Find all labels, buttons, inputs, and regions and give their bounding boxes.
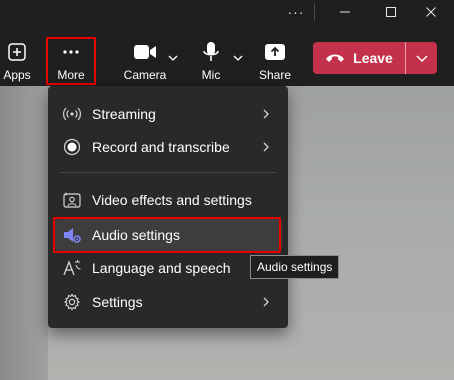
chevron-right-icon	[263, 142, 269, 152]
share-button[interactable]: Share	[258, 40, 292, 86]
more-options-menu: Streaming Record and transcribe Video ef…	[48, 86, 288, 328]
minimize-icon	[340, 11, 350, 13]
leave-options-button[interactable]	[406, 42, 437, 74]
menu-item-label: Streaming	[92, 106, 156, 122]
chevron-right-icon	[263, 109, 269, 119]
video-effects-icon	[62, 190, 82, 210]
camera-icon	[133, 40, 157, 64]
more-dots-icon: ···	[287, 4, 305, 20]
title-bar: ···	[0, 0, 454, 24]
leave-label: Leave	[353, 50, 393, 66]
menu-item-settings[interactable]: Settings	[54, 286, 282, 318]
close-button[interactable]	[408, 0, 454, 24]
mic-button[interactable]: Mic	[196, 40, 226, 86]
apps-icon	[7, 40, 27, 64]
phone-hangup-icon	[326, 54, 345, 62]
apps-label: Apps	[3, 68, 31, 82]
titlebar-divider	[314, 3, 315, 21]
apps-button[interactable]: Apps	[0, 40, 34, 86]
record-icon	[62, 137, 82, 157]
language-icon	[62, 258, 82, 278]
menu-item-video-effects[interactable]: Video effects and settings	[54, 184, 282, 216]
chevron-down-icon	[415, 55, 428, 63]
share-label: Share	[258, 68, 292, 82]
menu-divider	[60, 172, 276, 173]
camera-button[interactable]: Camera	[122, 40, 168, 86]
streaming-icon	[62, 104, 82, 124]
camera-label: Camera	[123, 68, 167, 82]
menu-item-label: Video effects and settings	[92, 192, 252, 208]
menu-item-label: Record and transcribe	[92, 139, 230, 155]
audio-settings-tooltip: Audio settings	[250, 255, 340, 279]
menu-item-language[interactable]: Language and speech	[54, 252, 282, 284]
mic-label: Mic	[201, 68, 221, 82]
close-icon	[426, 7, 436, 17]
menu-item-label: Language and speech	[92, 260, 231, 276]
menu-item-label: Settings	[92, 294, 143, 310]
gear-icon	[62, 292, 82, 312]
mic-options-chevron-icon[interactable]	[232, 52, 244, 64]
menu-item-streaming[interactable]: Streaming	[54, 98, 282, 130]
tooltip-text: Audio settings	[257, 260, 333, 274]
microphone-icon	[202, 40, 220, 64]
chevron-right-icon	[263, 297, 269, 307]
minimize-button[interactable]	[322, 0, 368, 24]
leave-button-group: Leave	[313, 42, 437, 74]
menu-item-record[interactable]: Record and transcribe	[54, 131, 282, 163]
maximize-icon	[386, 7, 396, 17]
titlebar-more-button[interactable]: ···	[274, 0, 318, 24]
video-stage-shade	[0, 86, 48, 380]
audio-settings-highlight	[53, 217, 281, 253]
leave-button[interactable]: Leave	[313, 42, 405, 74]
share-icon	[264, 40, 286, 64]
more-button-highlight	[46, 37, 96, 85]
camera-options-chevron-icon[interactable]	[167, 52, 179, 64]
